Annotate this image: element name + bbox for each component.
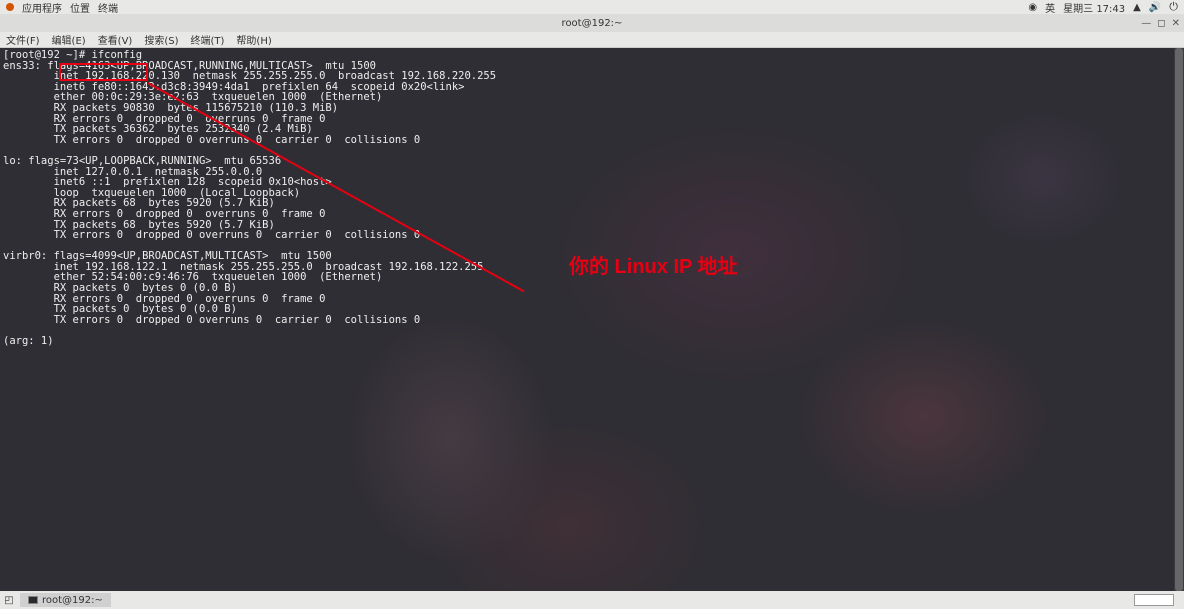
terminal-menu-bar: 文件(F) 编辑(E) 查看(V) 搜索(S) 终端(T) 帮助(H) <box>0 32 1184 48</box>
scrollbar-thumb[interactable] <box>1175 48 1183 591</box>
minimize-button[interactable]: — <box>1141 18 1151 29</box>
window-title: root@192:~ <box>562 18 623 29</box>
menu-applications[interactable]: 应用程序 <box>22 0 62 15</box>
menu-edit[interactable]: 编辑(E) <box>52 32 86 47</box>
close-button[interactable]: ✕ <box>1172 18 1180 29</box>
window-title-bar[interactable]: root@192:~ — ◻ ✕ <box>0 14 1184 32</box>
menu-places[interactable]: 位置 <box>70 0 90 15</box>
show-desktop-icon[interactable]: ◰ <box>4 595 14 605</box>
activities-icon[interactable] <box>6 3 14 11</box>
menu-terminal[interactable]: 终端 <box>98 0 118 15</box>
volume-icon[interactable]: 🔊 <box>1149 2 1161 13</box>
menu-file[interactable]: 文件(F) <box>6 32 40 47</box>
terminal-scrollbar[interactable] <box>1174 48 1184 591</box>
workspace-switcher[interactable] <box>1134 594 1174 606</box>
network-icon[interactable]: ▲ <box>1133 2 1141 13</box>
terminal-icon <box>28 596 38 604</box>
power-icon[interactable]: ⏻ <box>1169 0 1178 14</box>
clock[interactable]: 星期三 17:43 <box>1063 0 1125 15</box>
menu-view[interactable]: 查看(V) <box>98 32 133 47</box>
a11y-icon[interactable]: ◉ <box>1028 2 1037 13</box>
system-top-panel: 应用程序 位置 终端 ◉ 英 星期三 17:43 ▲ 🔊 ⏻ <box>0 0 1184 14</box>
menu-help[interactable]: 帮助(H) <box>236 32 271 47</box>
terminal-viewport[interactable]: [root@192 ~]# ifconfig ens33: flags=4163… <box>0 48 1184 591</box>
menu-terminal[interactable]: 终端(T) <box>191 32 225 47</box>
taskbar-app-terminal[interactable]: root@192:~ <box>20 593 111 607</box>
terminal-output: [root@192 ~]# ifconfig ens33: flags=4163… <box>0 48 1184 349</box>
maximize-button[interactable]: ◻ <box>1157 18 1165 29</box>
taskbar-app-label: root@192:~ <box>42 595 103 606</box>
menu-search[interactable]: 搜索(S) <box>144 32 178 47</box>
bottom-taskbar: ◰ root@192:~ <box>0 591 1184 609</box>
input-method[interactable]: 英 <box>1045 0 1055 15</box>
